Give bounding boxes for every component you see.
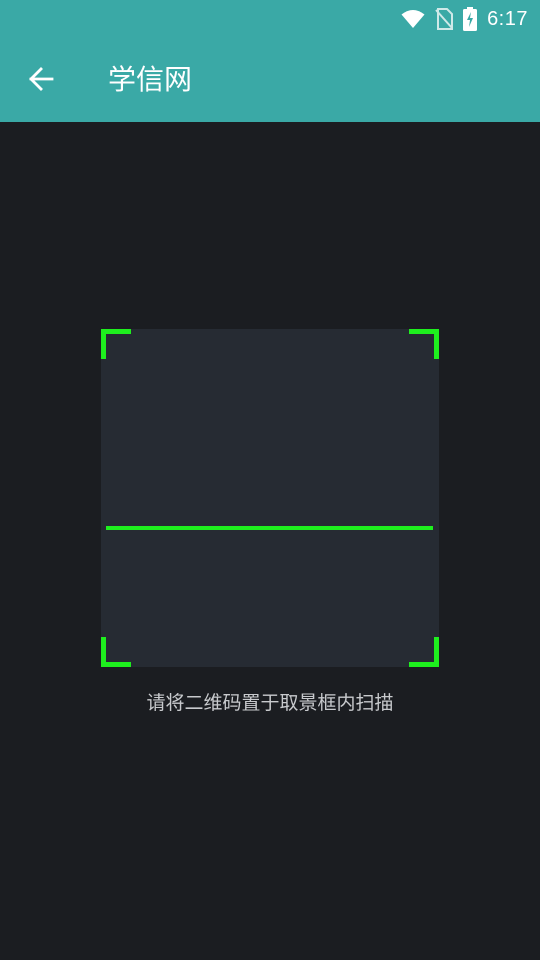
scan-hint: 请将二维码置于取景框内扫描 [146, 692, 394, 714]
status-icons: 6:17 [401, 6, 528, 32]
scan-corner-bottom-left [101, 637, 131, 667]
scan-frame [101, 329, 439, 667]
scan-line [106, 526, 433, 530]
page-title: 学信网 [108, 63, 193, 96]
back-button[interactable] [18, 58, 64, 104]
battery-charging-icon [463, 7, 478, 31]
app-bar: 学信网 [0, 38, 540, 122]
status-bar: 6:17 [0, 0, 540, 38]
no-sim-icon [435, 8, 454, 30]
wifi-icon [401, 9, 425, 29]
scan-corner-bottom-right [409, 637, 439, 667]
scan-corner-top-right [409, 329, 439, 359]
status-time: 6:17 [487, 7, 528, 30]
scan-corner-top-left [101, 329, 131, 359]
arrow-left-icon [28, 66, 54, 96]
